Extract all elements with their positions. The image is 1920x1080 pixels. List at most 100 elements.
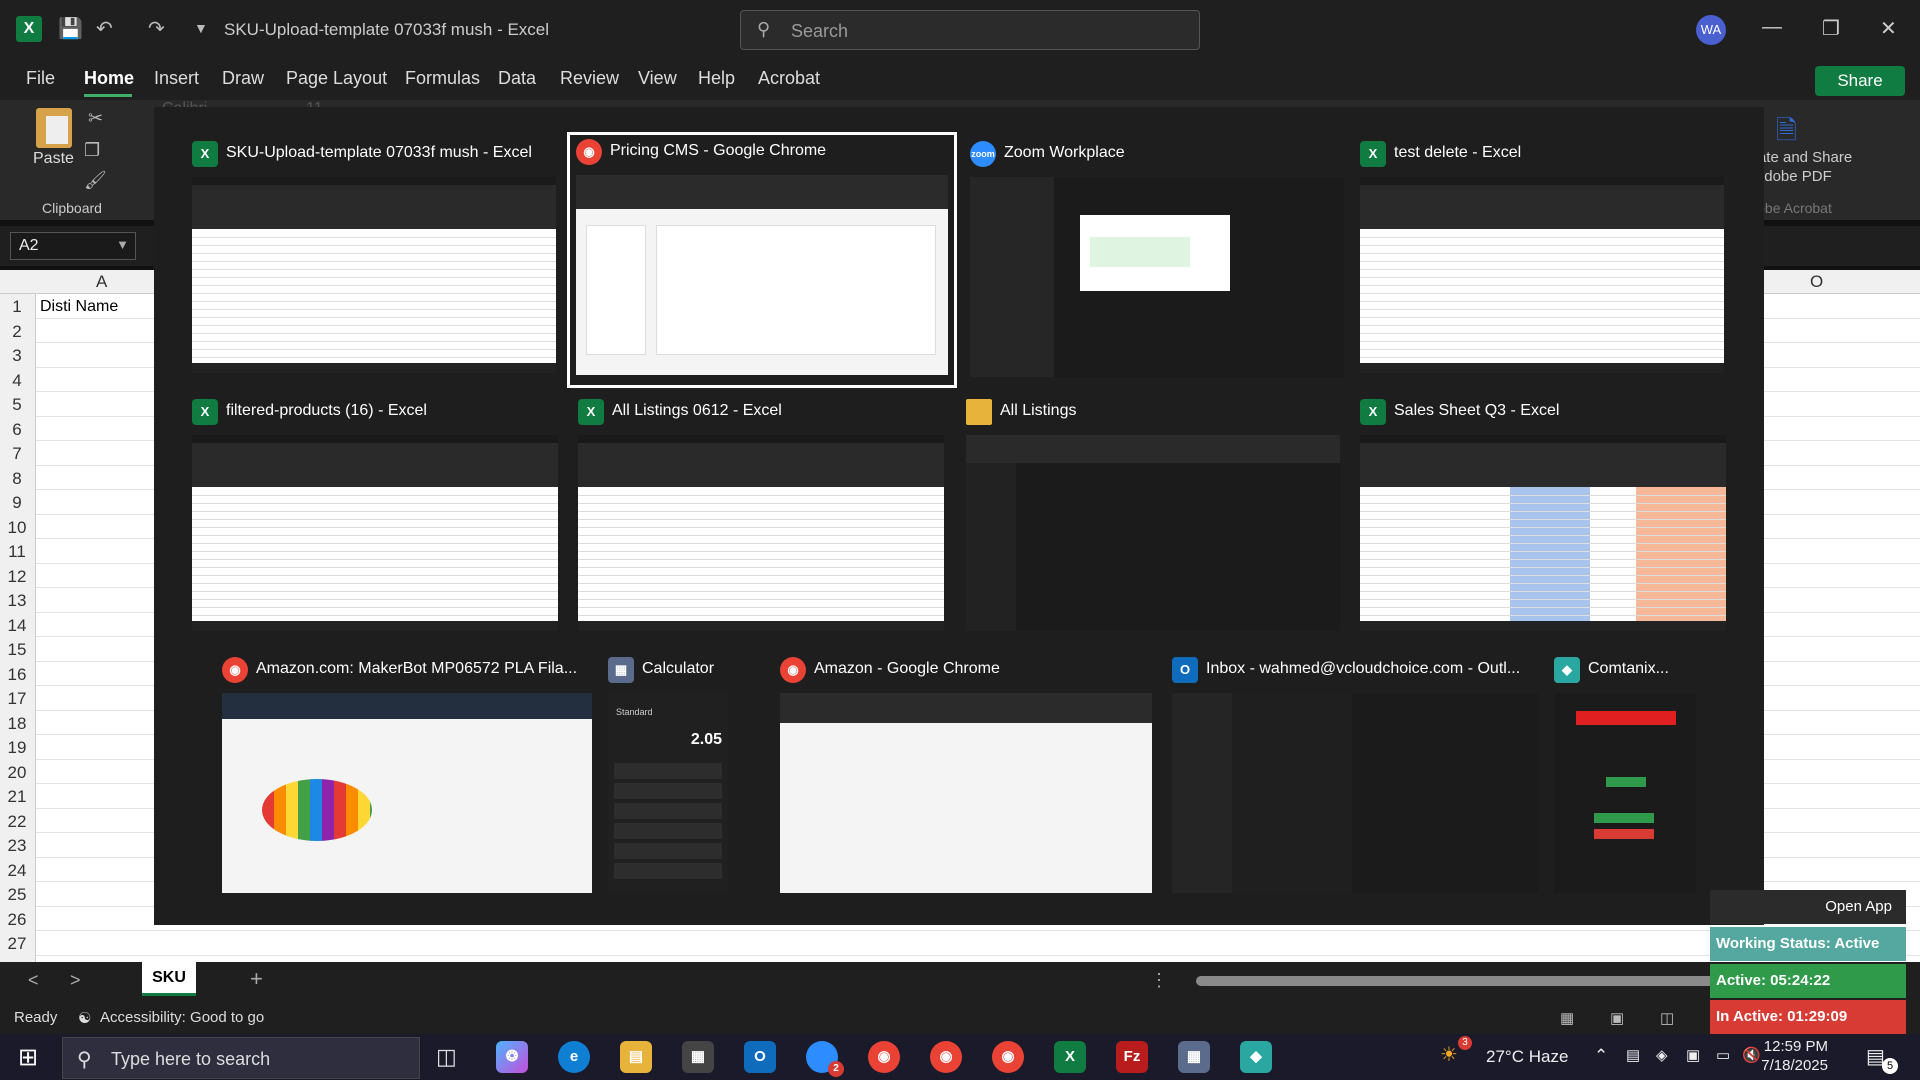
scroll-right-icon[interactable]: > — [70, 970, 81, 991]
row-header[interactable]: 13 — [0, 591, 34, 611]
add-sheet-icon[interactable]: + — [250, 966, 263, 992]
row-header[interactable]: 7 — [0, 444, 34, 464]
chrome-icon[interactable]: ◉ — [868, 1041, 900, 1073]
edge-icon[interactable]: e — [558, 1041, 590, 1073]
switcher-window[interactable]: ◆ Comtanix... — [1548, 653, 1704, 923]
row-header[interactable]: 4 — [0, 371, 34, 391]
row-header[interactable]: 9 — [0, 493, 34, 513]
switcher-window-selected[interactable]: ◉ Pricing CMS - Google Chrome — [567, 132, 957, 388]
more-options-icon[interactable]: ⋮ — [1150, 970, 1168, 991]
windows-start-icon[interactable]: ⊞ — [18, 1043, 38, 1072]
normal-view-icon[interactable]: ▦ — [1560, 1009, 1574, 1027]
switcher-window[interactable]: X test delete - Excel — [1354, 137, 1738, 407]
file-explorer-icon[interactable]: ▤ — [620, 1041, 652, 1073]
row-header[interactable]: 20 — [0, 763, 34, 783]
customize-qat-icon[interactable]: ▼ — [194, 20, 208, 36]
comtanix-icon[interactable]: ◆ — [1240, 1041, 1272, 1073]
share-button[interactable]: Share — [1815, 66, 1905, 96]
horizontal-scrollbar[interactable] — [1196, 976, 1716, 986]
switcher-window[interactable]: ◉ Amazon.com: MakerBot MP06572 PLA Fila.… — [216, 653, 592, 923]
switcher-window[interactable]: ◉ Amazon - Google Chrome — [774, 653, 1152, 923]
row-header[interactable]: 16 — [0, 665, 34, 685]
row-header[interactable]: 18 — [0, 714, 34, 734]
camera-icon[interactable]: ◈ — [1656, 1046, 1668, 1064]
row-header[interactable]: 12 — [0, 567, 34, 587]
page-break-view-icon[interactable]: ◫ — [1660, 1009, 1674, 1027]
row-header[interactable]: 19 — [0, 738, 34, 758]
outlook-icon[interactable]: O — [744, 1041, 776, 1073]
row-header[interactable]: 21 — [0, 787, 34, 807]
chrome-icon[interactable]: ◉ — [930, 1041, 962, 1073]
copy-icon[interactable]: ❐ — [84, 140, 100, 161]
tab-review[interactable]: Review — [560, 68, 619, 89]
battery-icon[interactable]: ▭ — [1716, 1046, 1730, 1064]
row-header[interactable]: 5 — [0, 395, 34, 415]
network-icon[interactable]: ▤ — [1626, 1046, 1640, 1064]
tab-draw[interactable]: Draw — [222, 68, 264, 89]
avatar[interactable]: WA — [1696, 15, 1726, 45]
copilot-icon[interactable]: ❂ — [496, 1041, 528, 1073]
taskbar-search[interactable]: ⚲ Type here to search — [62, 1037, 420, 1079]
clock[interactable]: 12:59 PM 7/18/2025 — [1748, 1038, 1828, 1074]
row-header[interactable]: 3 — [0, 346, 34, 366]
switcher-window[interactable]: X Sales Sheet Q3 - Excel — [1354, 395, 1738, 665]
cut-icon[interactable]: ✂ — [88, 108, 103, 129]
switcher-window[interactable]: X SKU-Upload-template 07033f mush - Exce… — [186, 137, 558, 407]
excel-icon[interactable]: X — [1054, 1041, 1086, 1073]
row-header[interactable]: 10 — [0, 518, 34, 538]
row-header[interactable]: 8 — [0, 469, 34, 489]
tab-insert[interactable]: Insert — [154, 68, 199, 89]
tab-help[interactable]: Help — [698, 68, 735, 89]
paste-icon[interactable] — [36, 108, 72, 148]
chevron-up-icon[interactable]: ⌃ — [1594, 1046, 1608, 1066]
chrome-icon[interactable]: ◉ — [992, 1041, 1024, 1073]
tab-page-layout[interactable]: Page Layout — [286, 68, 387, 89]
undo-icon[interactable]: ↶ — [96, 16, 113, 41]
row-header[interactable]: 27 — [0, 934, 34, 954]
scroll-left-icon[interactable]: < — [28, 970, 39, 991]
switcher-window[interactable]: X filtered-products (16) - Excel — [186, 395, 558, 665]
row-header[interactable]: 15 — [0, 640, 34, 660]
tab-acrobat[interactable]: Acrobat — [758, 68, 820, 89]
column-header-o[interactable]: O — [1810, 272, 1823, 292]
minimize-icon[interactable]: — — [1762, 16, 1782, 39]
row-header[interactable]: 24 — [0, 861, 34, 881]
row-header[interactable]: 11 — [0, 542, 34, 562]
restore-icon[interactable]: ❐ — [1822, 16, 1840, 41]
close-icon[interactable]: ✕ — [1880, 16, 1897, 41]
weather-text[interactable]: 27°C Haze — [1486, 1047, 1568, 1067]
tab-file[interactable]: File — [26, 68, 55, 89]
open-app-button[interactable]: Open App — [1710, 890, 1906, 924]
search-box[interactable]: ⚲ Search — [740, 10, 1200, 50]
accessibility-status[interactable]: Accessibility: Good to go — [100, 1009, 264, 1026]
switcher-window[interactable]: ▦ Calculator Standard 2.05 — [602, 653, 738, 923]
row-header[interactable]: 6 — [0, 420, 34, 440]
format-painter-icon[interactable]: 🖌 — [84, 170, 107, 191]
name-box[interactable]: A2 ▼ — [10, 232, 136, 260]
row-header[interactable]: 22 — [0, 812, 34, 832]
switcher-window[interactable]: O Inbox - wahmed@vcloudchoice.com - Outl… — [1166, 653, 1538, 923]
save-icon[interactable]: 💾 — [58, 16, 83, 41]
row-header[interactable]: 2 — [0, 322, 34, 342]
tab-formulas[interactable]: Formulas — [405, 68, 480, 89]
redo-icon[interactable]: ↷ — [148, 16, 165, 41]
calculator-icon[interactable]: ▦ — [1178, 1041, 1210, 1073]
tab-view[interactable]: View — [638, 68, 677, 89]
switcher-window[interactable]: All Listings — [960, 395, 1340, 665]
tab-data[interactable]: Data — [498, 68, 536, 89]
task-view-icon[interactable]: ◫ — [436, 1044, 457, 1070]
column-header-a[interactable]: A — [96, 272, 107, 292]
filezilla-icon[interactable]: Fz — [1116, 1041, 1148, 1073]
row-header[interactable]: 25 — [0, 885, 34, 905]
row-header[interactable]: 17 — [0, 689, 34, 709]
tab-home[interactable]: Home — [84, 68, 134, 89]
page-layout-view-icon[interactable]: ▣ — [1610, 1009, 1624, 1027]
weather-icon[interactable]: ☀ — [1440, 1042, 1458, 1067]
display-icon[interactable]: ▣ — [1686, 1046, 1700, 1064]
cell-a1[interactable]: Disti Name — [40, 298, 118, 316]
sheet-tab-sku[interactable]: SKU — [142, 962, 196, 996]
store-icon[interactable]: ▦ — [682, 1041, 714, 1073]
switcher-window[interactable]: X All Listings 0612 - Excel — [572, 395, 948, 665]
row-header[interactable]: 23 — [0, 836, 34, 856]
zoom-icon[interactable]: 2 — [806, 1041, 844, 1077]
